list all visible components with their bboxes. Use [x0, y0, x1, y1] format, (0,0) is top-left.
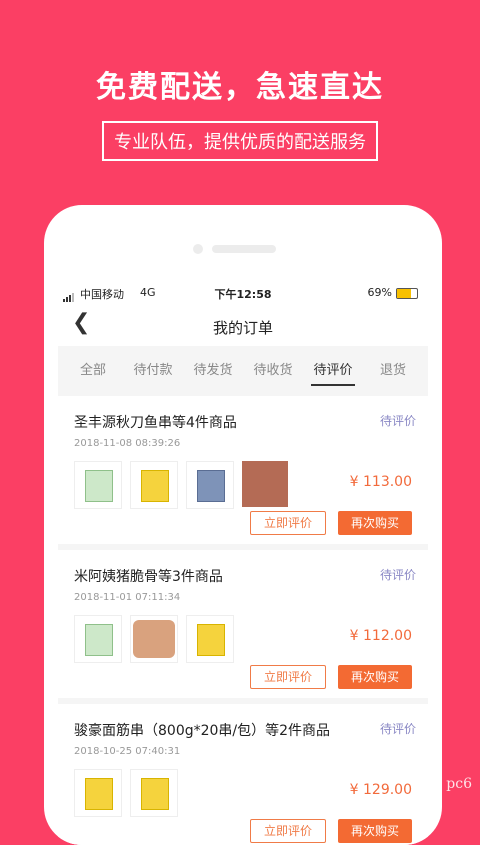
product-image[interactable] [186, 461, 234, 509]
battery-percent: 69% [367, 286, 392, 299]
order-card[interactable]: 米阿姨猪脆骨等3件商品 待评价 2018-11-01 07:11:34 ¥ 11… [58, 550, 428, 698]
app-screen: 中国移动 4G 下午12:58 69% ❮ 我的订单 全部 待付款 待发货 待收… [58, 280, 428, 845]
order-date: 2018-10-25 07:40:31 [74, 746, 181, 757]
product-image[interactable] [74, 461, 122, 509]
tab-pending-payment[interactable]: 待付款 [123, 359, 183, 378]
rebuy-button[interactable]: 再次购买 [338, 665, 412, 689]
product-image[interactable] [74, 769, 122, 817]
tab-all[interactable]: 全部 [63, 359, 123, 378]
rebuy-button[interactable]: 再次购买 [338, 819, 412, 843]
review-button[interactable]: 立即评价 [250, 665, 326, 689]
review-button[interactable]: 立即评价 [250, 819, 326, 843]
product-image[interactable] [130, 615, 178, 663]
tab-returns[interactable]: 退货 [363, 359, 423, 378]
product-image[interactable] [130, 461, 178, 509]
status-bar: 中国移动 4G 下午12:58 69% [58, 280, 428, 306]
product-image[interactable] [74, 615, 122, 663]
battery-icon [396, 288, 418, 299]
order-status: 待评价 [379, 568, 416, 582]
order-price: ¥ 112.00 [349, 628, 412, 644]
order-date: 2018-11-01 07:11:34 [74, 592, 181, 603]
order-price: ¥ 129.00 [349, 782, 412, 798]
banner-subline: 专业队伍，提供优质的配送服务 [102, 121, 378, 161]
order-card[interactable]: 骏豪面筋串（800g*20串/包）等2件商品 待评价 2018-10-25 07… [58, 704, 428, 845]
order-status: 待评价 [379, 414, 416, 428]
order-price: ¥ 113.00 [349, 474, 412, 490]
order-tabs: 全部 待付款 待发货 待收货 待评价 退货 [58, 346, 428, 390]
tab-pending-shipment[interactable]: 待发货 [183, 359, 243, 378]
order-date: 2018-11-08 08:39:26 [74, 438, 181, 449]
product-image[interactable] [242, 461, 288, 507]
order-card[interactable]: 圣丰源秋刀鱼串等4件商品 待评价 2018-11-08 08:39:26 ¥ 1… [58, 396, 428, 544]
nav-bar: ❮ 我的订单 [58, 306, 428, 346]
product-image[interactable] [186, 615, 234, 663]
order-title: 圣丰源秋刀鱼串等4件商品 [74, 415, 237, 431]
tab-pending-receipt[interactable]: 待收货 [243, 359, 303, 378]
order-title: 骏豪面筋串（800g*20串/包）等2件商品 [74, 723, 331, 739]
order-title: 米阿姨猪脆骨等3件商品 [74, 569, 223, 585]
product-image[interactable] [130, 769, 178, 817]
banner-headline: 免费配送，急速直达 [96, 70, 384, 105]
page-title: 我的订单 [212, 319, 273, 337]
order-status: 待评价 [379, 722, 416, 736]
tab-pending-review[interactable]: 待评价 [303, 359, 363, 386]
product-thumbnails [74, 769, 186, 817]
speaker-icon [212, 245, 276, 253]
phone-frame: 中国移动 4G 下午12:58 69% ❮ 我的订单 全部 待付款 待发货 待收… [44, 205, 442, 845]
rebuy-button[interactable]: 再次购买 [338, 511, 412, 535]
watermark-logo: pc6 [446, 776, 472, 792]
review-button[interactable]: 立即评价 [250, 511, 326, 535]
product-thumbnails [74, 615, 242, 663]
product-thumbnails [74, 461, 296, 509]
camera-icon [193, 244, 203, 254]
